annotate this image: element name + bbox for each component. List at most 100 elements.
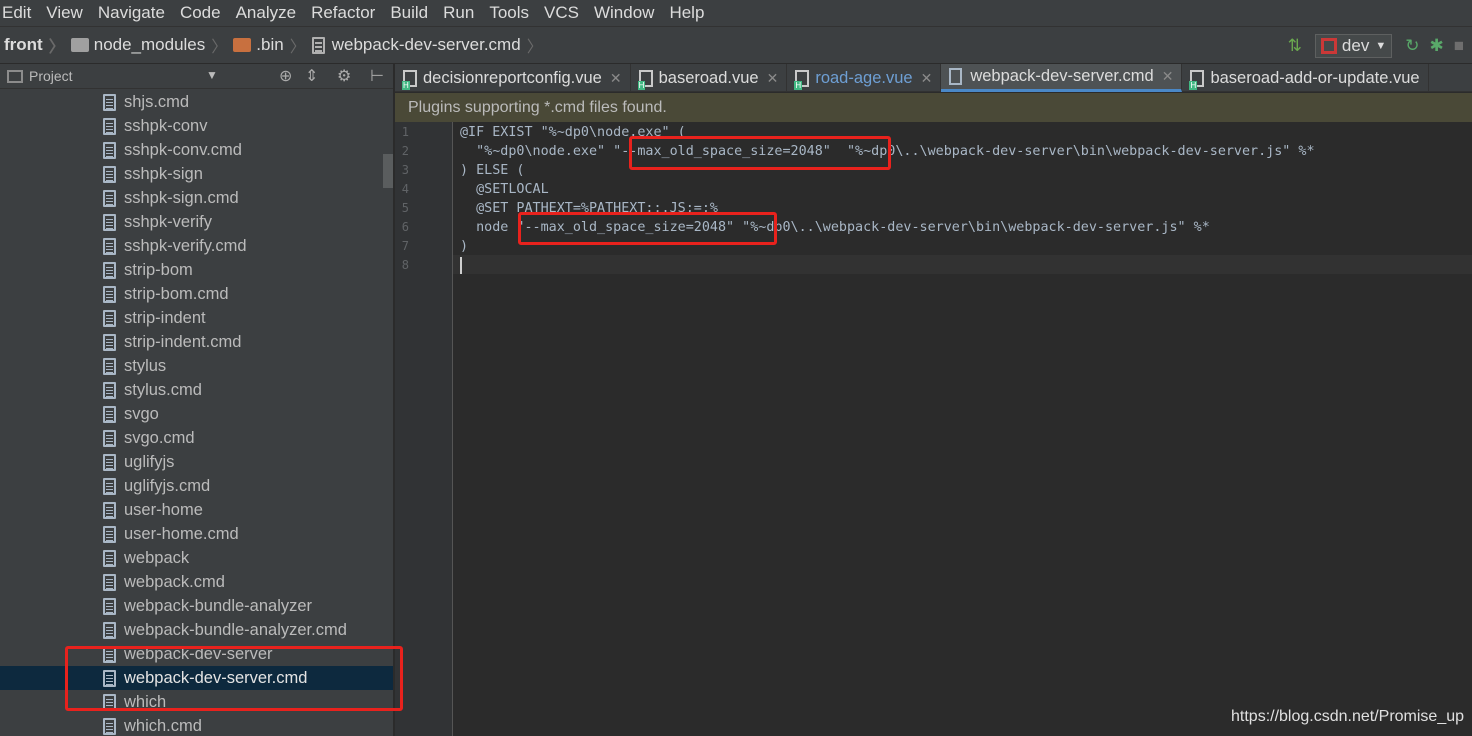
file-icon <box>103 549 116 567</box>
project-panel: Project ▼ ⊕ ⇕ ⚙ ⊢ shjs.cmd sshpk-conv sshp… <box>0 64 394 736</box>
menu-view[interactable]: View <box>46 3 83 23</box>
file-icon <box>103 141 116 159</box>
hide-icon[interactable]: ⊢ <box>370 66 384 86</box>
tree-item-label: sshpk-sign.cmd <box>124 188 239 207</box>
project-icon <box>7 69 23 83</box>
tab-baseroad-add-or-update[interactable]: baseroad-add-or-update.vue <box>1182 64 1429 92</box>
tree-item[interactable]: uglifyjs <box>0 450 393 474</box>
tree-item[interactable]: stylus.cmd <box>0 378 393 402</box>
tab-baseroad[interactable]: baseroad.vue ✕ <box>631 64 788 92</box>
breadcrumb-node-modules[interactable]: node_modules 〉 <box>70 33 234 57</box>
tab-label: baseroad.vue <box>658 68 759 87</box>
current-line-highlight <box>453 255 1472 274</box>
tree-item[interactable]: webpack.cmd <box>0 570 393 594</box>
line-number: 6 <box>401 220 409 234</box>
code-editor[interactable]: 1 2 3 4 5 6 7 8 @IF EXIST "%~dp0\node.exe" ( "%… <box>395 122 1472 736</box>
breadcrumb-file[interactable]: webpack-dev-server.cmd 〉 <box>311 33 549 57</box>
breadcrumb-bin[interactable]: .bin 〉 <box>233 33 311 57</box>
tree-item-label: strip-bom.cmd <box>124 284 229 303</box>
bug-icon[interactable]: ✱ <box>1429 36 1443 56</box>
code-line: @IF EXIST "%~dp0\node.exe" ( <box>460 123 686 142</box>
collapse-icon[interactable]: ⇕ <box>305 66 318 86</box>
line-number: 5 <box>401 201 409 215</box>
code-text: "%~dp0\node.exe" "--max_old_space_size=2… <box>460 144 1315 159</box>
tree-item[interactable]: strip-indent.cmd <box>0 330 393 354</box>
gear-icon[interactable]: ⚙ <box>337 66 351 86</box>
file-icon <box>103 285 116 303</box>
file-icon <box>103 453 116 471</box>
rerun-icon[interactable]: ↻ <box>1405 36 1419 56</box>
menu-window[interactable]: Window <box>594 3 654 23</box>
locate-icon[interactable]: ⊕ <box>279 66 292 86</box>
scrollbar-thumb[interactable] <box>383 154 393 188</box>
close-icon[interactable]: ✕ <box>1162 68 1174 85</box>
tree-item[interactable]: sshpk-sign.cmd <box>0 186 393 210</box>
tree-item[interactable]: sshpk-sign <box>0 162 393 186</box>
folder-icon <box>233 38 252 52</box>
close-icon[interactable]: ✕ <box>767 70 779 87</box>
tree-item[interactable]: shjs.cmd <box>0 90 393 114</box>
build-icon[interactable]: ⇅ <box>1288 36 1302 56</box>
menu-help[interactable]: Help <box>669 3 704 23</box>
menu-refactor[interactable]: Refactor <box>311 3 375 23</box>
tree-item[interactable]: webpack-bundle-analyzer.cmd <box>0 618 393 642</box>
code-line: @SET PATHEXT=%PATHEXT:;.JS;=;% <box>460 199 718 218</box>
tree-item[interactable]: which <box>0 690 393 714</box>
tab-road-age[interactable]: road-age.vue ✕ <box>787 64 942 92</box>
menu-code[interactable]: Code <box>180 3 221 23</box>
file-icon <box>103 669 116 687</box>
vue-file-icon <box>1189 69 1205 90</box>
tab-webpack-dev-server-cmd[interactable]: webpack-dev-server.cmd ✕ <box>941 64 1183 92</box>
tree-item-label: svgo.cmd <box>124 428 195 447</box>
tree-item[interactable]: sshpk-verify <box>0 210 393 234</box>
file-icon <box>103 717 116 735</box>
tree-item[interactable]: svgo <box>0 402 393 426</box>
tree-item[interactable]: sshpk-verify.cmd <box>0 234 393 258</box>
code-line: @SETLOCAL <box>460 180 549 199</box>
chevron-down-icon[interactable]: ▼ <box>206 68 218 82</box>
file-icon <box>103 333 116 351</box>
tree-item-label: svgo <box>124 404 159 423</box>
tree-item-label: webpack <box>124 548 190 567</box>
tree-item-label: which <box>124 692 167 711</box>
close-icon[interactable]: ✕ <box>921 70 933 87</box>
tree-item[interactable]: stylus <box>0 354 393 378</box>
tree-item[interactable]: webpack-dev-server <box>0 642 393 666</box>
menu-tools[interactable]: Tools <box>489 3 529 23</box>
close-icon[interactable]: ✕ <box>610 70 622 87</box>
tree-item[interactable]: sshpk-conv <box>0 114 393 138</box>
tree-item-label: stylus.cmd <box>124 380 202 399</box>
tree-item[interactable]: uglifyjs.cmd <box>0 474 393 498</box>
project-panel-title[interactable]: Project <box>29 68 73 84</box>
file-icon <box>103 525 116 543</box>
tree-item[interactable]: strip-bom <box>0 258 393 282</box>
tree-item[interactable]: sshpk-conv.cmd <box>0 138 393 162</box>
menu-run[interactable]: Run <box>443 3 474 23</box>
tree-item[interactable]: webpack-dev-server.cmd <box>0 666 393 690</box>
code-text: node "--max_old_space_size=2048" "%~dp0\… <box>460 220 1210 235</box>
tree-item[interactable]: webpack <box>0 546 393 570</box>
file-icon <box>103 261 116 279</box>
tree-item[interactable]: strip-indent <box>0 306 393 330</box>
tree-item[interactable]: svgo.cmd <box>0 426 393 450</box>
menu-analyze[interactable]: Analyze <box>236 3 296 23</box>
file-icon <box>103 165 116 183</box>
tree-item[interactable]: webpack-bundle-analyzer <box>0 594 393 618</box>
tree-item[interactable]: user-home.cmd <box>0 522 393 546</box>
menu-build[interactable]: Build <box>390 3 428 23</box>
file-icon <box>103 405 116 423</box>
tab-label: road-age.vue <box>815 68 913 87</box>
breadcrumb-root[interactable]: front 〉 <box>4 33 71 57</box>
tree-item[interactable]: strip-bom.cmd <box>0 282 393 306</box>
tree-item-label: webpack-bundle-analyzer.cmd <box>124 620 347 639</box>
stop-icon[interactable]: ■ <box>1454 36 1464 56</box>
tree-item[interactable]: which.cmd <box>0 714 393 736</box>
chevron-right-icon: 〉 <box>289 39 306 56</box>
menu-edit[interactable]: Edit <box>2 3 31 23</box>
tab-decisionreportconfig[interactable]: decisionreportconfig.vue ✕ <box>395 64 631 92</box>
tree-item[interactable]: user-home <box>0 498 393 522</box>
project-tree: shjs.cmd sshpk-conv sshpk-conv.cmd sshpk-si… <box>0 90 393 736</box>
menu-vcs[interactable]: VCS <box>544 3 579 23</box>
run-config-selector[interactable]: dev ▼ <box>1314 34 1393 58</box>
menu-navigate[interactable]: Navigate <box>98 3 165 23</box>
